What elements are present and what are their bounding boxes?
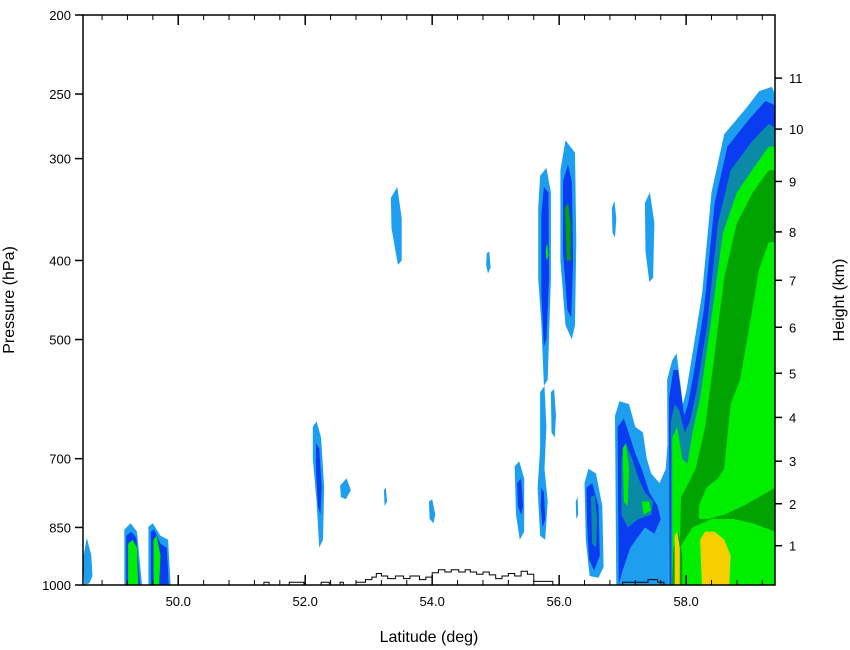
x-axis-title: Latitude (deg)	[380, 629, 479, 646]
y-tick-label-0: 200	[49, 8, 71, 23]
x-tick-label-3: 56.0	[546, 594, 571, 609]
y-tick-label-5: 700	[49, 452, 71, 467]
y-tick-label-1: 250	[49, 87, 71, 102]
y2-tick-label-5: 6	[789, 320, 796, 335]
y2-tick-label-8: 9	[789, 174, 796, 189]
y2-tick-label-6: 7	[789, 273, 796, 288]
y2-tick-label-10: 11	[789, 71, 803, 86]
x-tick-label-4: 58.0	[673, 594, 698, 609]
y-tick-label-4: 500	[49, 333, 71, 348]
y2-tick-label-9: 10	[789, 122, 803, 137]
y-axis-title: Pressure (hPa)	[1, 246, 18, 354]
cross-section-chart: 50.0 52.0 54.0 56.0 58.020025030040050070085…	[0, 0, 850, 650]
y-tick-label-3: 400	[49, 253, 71, 268]
x-tick-label-0: 50.0	[166, 594, 191, 609]
y2-tick-label-0: 1	[789, 539, 796, 554]
y-tick-label-2: 300	[49, 152, 71, 167]
y2-tick-label-3: 4	[789, 410, 796, 425]
y2-tick-label-4: 5	[789, 366, 796, 381]
x-tick-label-1: 52.0	[293, 594, 318, 609]
y2-tick-label-7: 8	[789, 225, 796, 240]
x-tick-label-2: 54.0	[420, 594, 445, 609]
y2-tick-label-2: 3	[789, 454, 796, 469]
y2-tick-label-1: 2	[789, 497, 796, 512]
y2-axis-title: Height (km)	[831, 259, 848, 342]
y-tick-label-6: 850	[49, 520, 71, 535]
y-tick-label-7: 1000	[42, 578, 71, 593]
